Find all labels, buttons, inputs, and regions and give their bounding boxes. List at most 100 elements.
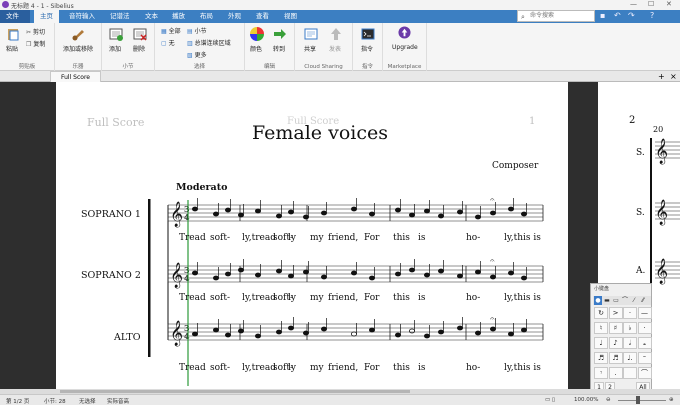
- score-page-1[interactable]: Full Score Full Score 1 Female voices Co…: [56, 82, 568, 390]
- lyric-syllable[interactable]: ly,this is: [504, 293, 541, 303]
- zoom-slider-thumb[interactable]: [636, 396, 640, 404]
- keypad-key[interactable]: .: [608, 367, 623, 379]
- copy-button[interactable]: ❐ 复制: [26, 39, 45, 48]
- commands-button[interactable]: 指令: [361, 44, 373, 53]
- select-none-button[interactable]: ▢ 无: [161, 38, 175, 47]
- keypad-layout-tab[interactable]: ⌒: [621, 296, 629, 305]
- lyric-syllable[interactable]: soft-: [210, 233, 230, 243]
- lyric-syllable[interactable]: my: [310, 293, 324, 303]
- keypad-key[interactable]: ⌒: [637, 367, 652, 379]
- keypad-layout-tab[interactable]: ▬: [603, 296, 611, 305]
- tab-file[interactable]: 文件: [0, 10, 30, 23]
- lyric-syllable[interactable]: Tread: [179, 363, 206, 373]
- tab-full-score[interactable]: Full Score: [50, 71, 101, 82]
- keypad-key[interactable]: [623, 367, 637, 379]
- lyric-syllable[interactable]: is: [418, 363, 426, 373]
- cut-button[interactable]: ✂ 剪切: [26, 27, 45, 36]
- keypad-key[interactable]: 𝅝: [637, 337, 652, 349]
- tab-home[interactable]: 主页: [34, 10, 59, 23]
- add-tab-icon[interactable]: +: [658, 72, 665, 81]
- lyric-syllable[interactable]: ly,this is: [504, 233, 541, 243]
- lyric-syllable[interactable]: ly,this is: [504, 363, 541, 373]
- select-more-button[interactable]: ▧ 更多: [187, 50, 207, 59]
- lyric-syllable[interactable]: friend,: [328, 363, 358, 373]
- keypad-key[interactable]: ·: [623, 307, 637, 319]
- go-to-button[interactable]: 转到: [273, 44, 285, 53]
- lyric-syllable[interactable]: ly,tread: [242, 293, 276, 303]
- tab-review[interactable]: 查看: [250, 10, 275, 23]
- zoom-out-icon[interactable]: ⊖: [606, 397, 611, 403]
- add-remove-instruments-button[interactable]: 添加或移除: [63, 44, 93, 53]
- undo-icon[interactable]: ↶: [614, 11, 621, 20]
- lyric-syllable[interactable]: friend,: [328, 233, 358, 243]
- tab-view[interactable]: 视图: [278, 10, 303, 23]
- command-search-input[interactable]: ⌕ 命令搜索: [517, 10, 595, 22]
- keypad-layout-tab[interactable]: ⁄: [630, 296, 638, 305]
- keypad-key[interactable]: ♮: [594, 322, 608, 334]
- lyric-syllable[interactable]: this: [393, 363, 410, 373]
- lyric-syllable[interactable]: Tread: [179, 293, 206, 303]
- upgrade-button[interactable]: Upgrade: [392, 44, 418, 51]
- keypad-layout-tab[interactable]: ⁄⁄: [639, 296, 647, 305]
- add-bar-button[interactable]: 添加: [109, 44, 121, 53]
- lyric-syllable[interactable]: my: [310, 363, 324, 373]
- tab-note-input[interactable]: 音符输入: [63, 10, 101, 23]
- keypad-key[interactable]: ♬: [594, 352, 608, 364]
- lyric-syllable[interactable]: soft-: [210, 293, 230, 303]
- lyric-syllable[interactable]: ly: [288, 293, 296, 303]
- lyric-syllable[interactable]: For: [364, 363, 379, 373]
- zoom-in-icon[interactable]: ⊕: [669, 397, 674, 403]
- lyric-syllable[interactable]: For: [364, 293, 379, 303]
- lyric-syllable[interactable]: ly,tread: [242, 363, 276, 373]
- close-button[interactable]: ✕: [666, 0, 672, 8]
- keypad-key[interactable]: 𝅗𝅥: [623, 337, 637, 349]
- tab-appearance[interactable]: 外观: [222, 10, 247, 23]
- color-button[interactable]: 颜色: [250, 44, 262, 53]
- lyric-syllable[interactable]: soft-: [210, 363, 230, 373]
- lyric-syllable[interactable]: is: [418, 293, 426, 303]
- lyric-syllable[interactable]: ho-: [466, 233, 480, 243]
- keypad-key[interactable]: ·: [637, 322, 652, 334]
- publish-button[interactable]: 发表: [329, 44, 341, 53]
- share-button[interactable]: 共享: [304, 44, 316, 53]
- lyric-syllable[interactable]: Tread: [179, 233, 206, 243]
- keypad-key[interactable]: 𝄾: [594, 367, 608, 379]
- lyric-syllable[interactable]: For: [364, 233, 379, 243]
- select-all-button[interactable]: ▦ 全部: [161, 26, 181, 35]
- keypad-key[interactable]: ♩.: [623, 352, 637, 364]
- lyric-syllable[interactable]: ho-: [466, 363, 480, 373]
- lyric-syllable[interactable]: ho-: [466, 293, 480, 303]
- scrollbar-thumb[interactable]: [60, 390, 410, 393]
- keypad-layout-tab[interactable]: ▭: [612, 296, 620, 305]
- lyric-syllable[interactable]: is: [418, 233, 426, 243]
- keypad-layout-tab[interactable]: ●: [594, 296, 602, 305]
- view-mode-icon[interactable]: ▭ ▯: [545, 397, 555, 403]
- lyric-syllable[interactable]: ly: [288, 363, 296, 373]
- lyric-syllable[interactable]: friend,: [328, 293, 358, 303]
- paste-button[interactable]: 粘贴: [6, 44, 18, 53]
- select-bar-button[interactable]: ▤ 小节: [187, 26, 207, 35]
- keypad-key[interactable]: ↻: [594, 307, 608, 319]
- help-icon[interactable]: ?: [650, 11, 654, 20]
- lyric-syllable[interactable]: ly: [288, 233, 296, 243]
- keypad-key[interactable]: ♭: [623, 322, 637, 334]
- lyric-syllable[interactable]: ly,tread: [242, 233, 276, 243]
- redo-icon[interactable]: ↷: [628, 11, 635, 20]
- keypad-key[interactable]: ♪: [608, 337, 623, 349]
- save-icon[interactable]: ▪: [600, 11, 605, 20]
- keypad-key[interactable]: —: [637, 307, 652, 319]
- keypad-palette[interactable]: 小键盘 ● ▬ ▭ ⌒ ⁄ ⁄⁄ ↻ > · — ♮ ♯ ♭ · ♩ ♪ 𝅗𝅥 𝅝 ♬ ♬ ♩. 𝄻 𝄾. ⌒ 1 2 Al…: [590, 283, 652, 394]
- tab-layout[interactable]: 布局: [194, 10, 219, 23]
- delete-bar-button[interactable]: 删除: [133, 44, 145, 53]
- maximize-button[interactable]: ☐: [648, 0, 654, 8]
- keypad-key[interactable]: 𝄻: [637, 352, 652, 364]
- keypad-key[interactable]: >: [608, 307, 623, 319]
- lyric-syllable[interactable]: this: [393, 233, 410, 243]
- minimize-button[interactable]: —: [630, 0, 637, 8]
- lyric-syllable[interactable]: this: [393, 293, 410, 303]
- keypad-key[interactable]: ♯: [608, 322, 623, 334]
- select-passage-button[interactable]: ▥ 总谱连续区域: [187, 38, 231, 47]
- lyric-syllable[interactable]: my: [310, 233, 324, 243]
- close-tab-icon[interactable]: ×: [670, 72, 677, 81]
- keypad-key[interactable]: ♬: [608, 352, 623, 364]
